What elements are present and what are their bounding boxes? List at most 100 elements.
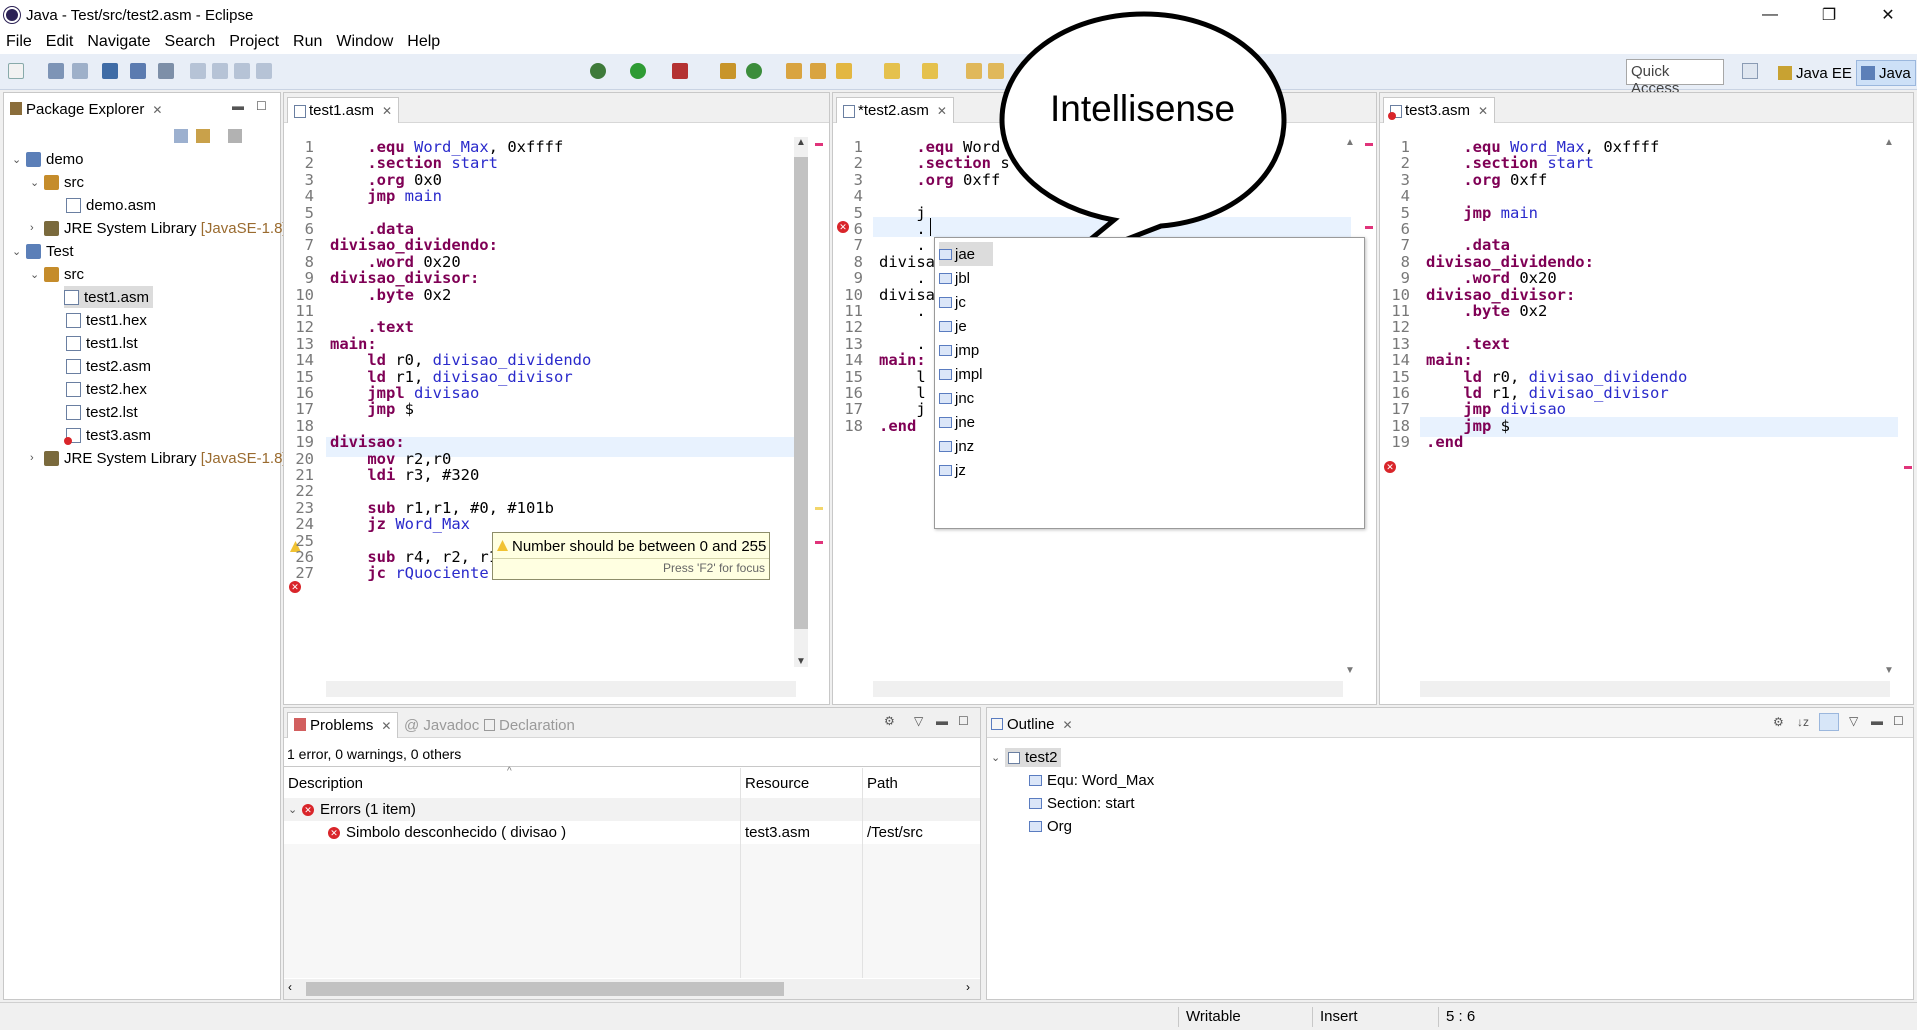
menu-help[interactable]: Help xyxy=(407,33,440,51)
proposal-item[interactable]: jmp xyxy=(939,338,1189,362)
restore-button[interactable]: ❐ xyxy=(1806,0,1852,30)
tree-item-jre-test[interactable]: › JRE System Library [JavaSE-1.8] xyxy=(30,447,287,469)
outline-item[interactable]: Equ: Word_Max xyxy=(1029,769,1154,791)
column-resource[interactable]: Resource xyxy=(741,768,863,798)
tab-test2-asm[interactable]: *test2.asm ✕ xyxy=(836,97,954,123)
tab-outline[interactable]: Outline ✕ xyxy=(991,716,1073,733)
horizontal-scrollbar[interactable] xyxy=(873,681,1343,697)
open-resource-icon[interactable] xyxy=(810,63,826,79)
view-menu-icon[interactable]: ▽ xyxy=(914,714,923,728)
view-menu-icon[interactable]: ▽ xyxy=(1849,714,1858,728)
tree-item-test2-hex[interactable]: test2.hex xyxy=(66,378,147,400)
horizontal-scrollbar[interactable] xyxy=(1420,681,1890,697)
proposal-item[interactable]: jbl xyxy=(939,266,1189,290)
scroll-up-icon[interactable]: ▲ xyxy=(796,137,806,148)
close-icon[interactable]: ✕ xyxy=(381,719,391,733)
proposal-item[interactable]: jz xyxy=(939,458,1189,482)
overview-error-mark[interactable] xyxy=(1365,143,1373,146)
expand-icon[interactable]: ⌄ xyxy=(288,803,302,816)
outline-item[interactable]: Org xyxy=(1029,815,1072,837)
expand-icon[interactable]: › xyxy=(30,452,44,464)
tab-test3-asm[interactable]: test3.asm ✕ xyxy=(1383,97,1496,123)
maximize-view-icon[interactable]: ☐ xyxy=(958,714,969,728)
problem-row-path[interactable]: /Test/src xyxy=(863,821,980,844)
proposal-item[interactable]: jc xyxy=(939,290,1189,314)
save-icon[interactable] xyxy=(48,63,64,79)
close-icon[interactable]: ✕ xyxy=(152,103,162,117)
scroll-down-icon[interactable]: ▼ xyxy=(796,656,806,667)
search-icon[interactable] xyxy=(836,63,852,79)
link-editor-icon[interactable] xyxy=(1819,713,1839,731)
terminal-icon[interactable] xyxy=(130,63,146,79)
code-line[interactable]: jmp main xyxy=(1426,203,1538,223)
close-icon[interactable]: ✕ xyxy=(1063,718,1073,732)
code-line[interactable]: .byte 0x2 xyxy=(1426,301,1547,321)
prev-annotation-icon[interactable] xyxy=(922,63,938,79)
proposal-item[interactable]: jne xyxy=(939,410,1189,434)
outline-root[interactable]: ⌄ test2 xyxy=(991,746,1061,768)
code-line[interactable]: .org 0xff xyxy=(1426,170,1547,190)
close-icon[interactable]: ✕ xyxy=(937,104,947,118)
problem-row-description[interactable]: ✕ Simbolo desconhecido ( divisao ) xyxy=(284,821,741,844)
open-type-icon[interactable] xyxy=(786,63,802,79)
menu-edit[interactable]: Edit xyxy=(46,33,74,51)
overview-error-mark[interactable] xyxy=(1904,466,1912,469)
menu-search[interactable]: Search xyxy=(165,33,216,51)
proposal-item[interactable]: je xyxy=(939,314,1189,338)
view-menu-icon[interactable] xyxy=(228,129,242,143)
scroll-left-icon[interactable]: ‹ xyxy=(288,980,292,994)
next-annotation-icon[interactable] xyxy=(884,63,900,79)
hide-fields-icon[interactable]: ⚙ xyxy=(1773,715,1784,729)
tree-item-test1-lst[interactable]: test1.lst xyxy=(66,332,138,354)
perspective-java[interactable]: Java xyxy=(1856,60,1916,86)
proposal-item[interactable]: jnc xyxy=(939,386,1189,410)
tree-item-demo-src[interactable]: ⌄ src xyxy=(30,171,84,193)
run-icon[interactable] xyxy=(630,63,646,79)
sort-icon[interactable]: ↓z xyxy=(1797,715,1809,729)
proposal-item[interactable]: jae xyxy=(939,242,993,266)
outline-item[interactable]: Section: start xyxy=(1029,792,1135,814)
expand-icon[interactable]: ⌄ xyxy=(30,268,44,281)
errors-group-row[interactable]: ⌄ ✕ Errors (1 item) xyxy=(284,798,741,821)
quick-access-input[interactable]: Quick Access xyxy=(1626,59,1724,97)
code-line[interactable]: jc rQuociente xyxy=(330,563,488,583)
vertical-scrollbar[interactable]: ▲ ▼ xyxy=(794,137,808,667)
tree-item-test2-asm[interactable]: test2.asm xyxy=(66,355,151,377)
code-line[interactable]: ldi r3, #320 xyxy=(330,465,479,485)
collapse-all-icon[interactable] xyxy=(174,129,188,143)
scrollbar-thumb[interactable] xyxy=(306,982,784,996)
perspective-java-ee[interactable]: Java EE xyxy=(1774,60,1856,86)
code-line[interactable]: .org 0xff xyxy=(879,170,1000,190)
code-line[interactable]: . xyxy=(879,301,925,321)
column-description[interactable]: Description xyxy=(284,768,741,798)
expand-icon[interactable]: › xyxy=(30,222,44,234)
overview-error-mark[interactable] xyxy=(815,541,823,544)
code-line[interactable]: .end xyxy=(879,416,916,436)
proposal-item[interactable]: jmpl xyxy=(939,362,1189,386)
scroll-down-icon[interactable]: ▼ xyxy=(1884,665,1894,676)
column-path[interactable]: Path xyxy=(863,768,980,798)
debug-icon[interactable] xyxy=(590,63,606,79)
minimize-view-icon[interactable]: ▬ xyxy=(232,99,244,113)
close-icon[interactable]: ✕ xyxy=(382,104,392,118)
build-icon[interactable] xyxy=(102,63,118,79)
proposal-item[interactable]: jnz xyxy=(939,434,1189,458)
tab-javadoc[interactable]: @ Javadoc xyxy=(404,717,479,734)
external-tools-icon[interactable] xyxy=(672,63,688,79)
tree-item-jre-demo[interactable]: › JRE System Library [JavaSE-1.8] xyxy=(30,217,287,239)
horizontal-scrollbar[interactable]: ‹ › xyxy=(284,979,980,999)
maximize-view-icon[interactable]: ☐ xyxy=(256,99,267,113)
link-editor-icon[interactable] xyxy=(196,129,210,143)
new-icon[interactable] xyxy=(8,63,24,79)
problem-row-resource[interactable]: test3.asm xyxy=(741,821,863,844)
tab-problems[interactable]: Problems ✕ xyxy=(287,712,399,738)
tree-item-test3-asm[interactable]: test3.asm xyxy=(64,424,151,446)
menu-window[interactable]: Window xyxy=(336,33,393,51)
close-icon[interactable]: ✕ xyxy=(1478,104,1488,118)
filter-icon[interactable]: ⚙ xyxy=(884,714,895,728)
minimize-button[interactable]: — xyxy=(1747,0,1793,30)
tab-declaration[interactable]: Declaration xyxy=(484,717,575,734)
minimize-view-icon[interactable]: ▬ xyxy=(1871,714,1883,728)
code-line[interactable]: jz Word_Max xyxy=(330,514,470,534)
maximize-view-icon[interactable]: ☐ xyxy=(1893,714,1904,728)
